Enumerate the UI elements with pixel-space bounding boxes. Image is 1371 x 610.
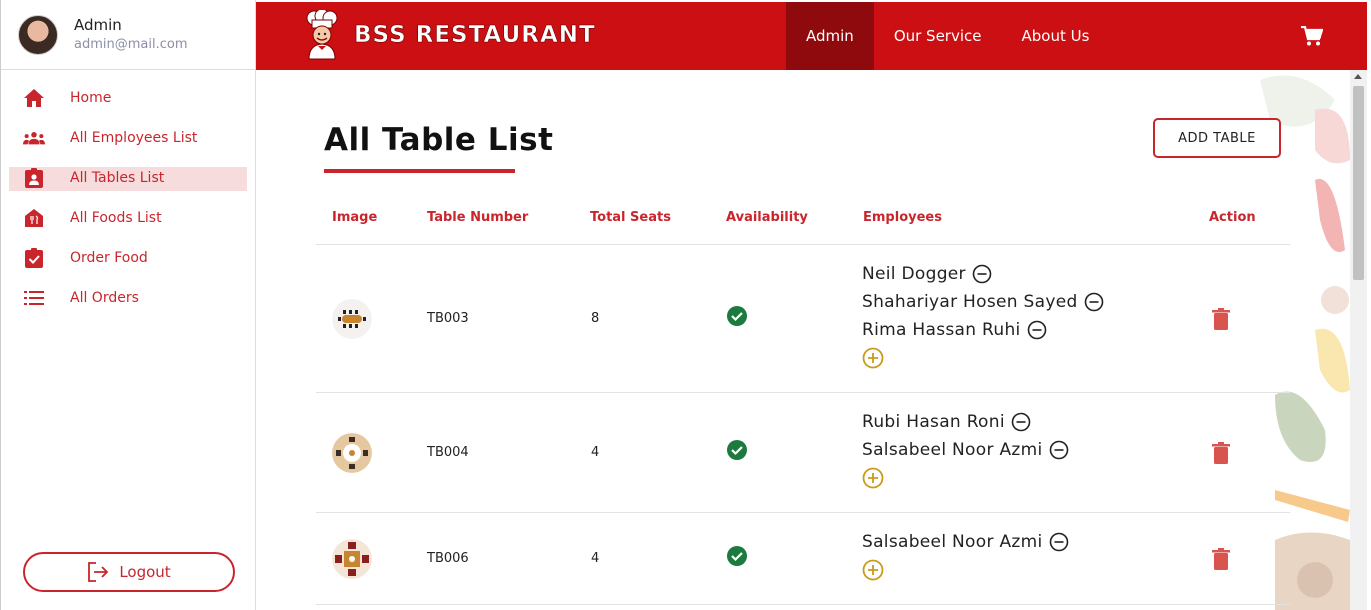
table-number: TB006 [427,551,469,566]
table-row: TB003 8 Neil Dogger Shahariyar Hosen Say… [316,245,1290,393]
user-name: Admin [74,15,122,34]
sidebar-item-tables[interactable]: All Tables List [1,158,255,198]
sidebar-nav: Home All Employees List All Tables List … [1,70,255,318]
sidebar-item-order-food[interactable]: Order Food [1,238,255,278]
delete-icon[interactable] [1212,442,1230,464]
employee-name: Neil Dogger [862,264,966,284]
available-check-icon [727,546,747,566]
employee-list: Salsabeel Noor Azmi [862,528,1069,584]
employee-item: Rubi Hasan Roni [862,408,1069,436]
add-table-button[interactable]: ADD TABLE [1153,118,1281,158]
available-check-icon [727,306,747,326]
total-seats: 8 [591,311,600,326]
table-image [332,433,372,473]
menu-item-about-us[interactable]: About Us [1002,2,1110,70]
remove-employee-icon[interactable] [1049,532,1069,552]
page-scrollbar[interactable] [1350,70,1367,610]
column-header-availability: Availability [726,210,808,225]
clipboard-check-icon [23,247,45,269]
employee-name: Rima Hassan Ruhi [862,320,1021,340]
employee-item: Salsabeel Noor Azmi [862,528,1069,556]
delete-icon[interactable] [1212,548,1230,570]
employee-list: Neil Dogger Shahariyar Hosen Sayed Rima … [862,260,1104,372]
employee-name: Salsabeel Noor Azmi [862,440,1043,460]
menu-item-admin[interactable]: Admin [786,2,874,70]
restaurant-icon [23,207,45,229]
sidebar-item-employees[interactable]: All Employees List [1,118,255,158]
user-email: admin@mail.com [74,36,188,52]
employee-item: Salsabeel Noor Azmi [862,436,1069,464]
table-row: TB004 4 Rubi Hasan Roni Salsabeel Noor A… [316,393,1290,513]
badge-icon [23,167,45,189]
chef-logo-icon [306,10,338,60]
page-title: All Table List [324,122,554,158]
remove-employee-icon[interactable] [1027,320,1047,340]
sidebar-item-home[interactable]: Home [1,78,255,118]
employee-item: Rima Hassan Ruhi [862,316,1104,344]
employee-name: Shahariyar Hosen Sayed [862,292,1078,312]
table-image [332,299,372,339]
scroll-up-arrow-icon[interactable] [1354,74,1362,79]
table-number: TB004 [427,445,469,460]
remove-employee-icon[interactable] [1011,412,1031,432]
add-employee-icon[interactable] [862,464,1069,492]
column-header-employees: Employees [863,210,942,225]
employee-name: Rubi Hasan Roni [862,412,1005,432]
sidebar-item-label: Order Food [70,250,148,266]
column-header-image: Image [332,210,378,225]
add-employee-icon[interactable] [862,344,1104,372]
total-seats: 4 [591,551,600,566]
table-image [332,539,372,579]
employee-list: Rubi Hasan Roni Salsabeel Noor Azmi [862,408,1069,492]
add-employee-icon[interactable] [862,556,1069,584]
title-underline [324,169,515,173]
table-header: Image Table Number Total Seats Availabil… [316,198,1290,245]
home-icon [23,87,45,109]
main-content: All Table List ADD TABLE Image Table Num… [256,70,1350,610]
column-header-total-seats: Total Seats [590,210,671,225]
main-menu: Admin Our Service About Us [786,2,1109,70]
scrollbar-thumb[interactable] [1353,86,1364,280]
brand[interactable]: BSS RESTAURANT [304,10,596,60]
delete-icon[interactable] [1212,308,1230,330]
column-header-table-number: Table Number [427,210,529,225]
sidebar-item-label: All Orders [70,290,139,306]
available-check-icon [727,440,747,460]
employee-name: Salsabeel Noor Azmi [862,532,1043,552]
employee-item: Shahariyar Hosen Sayed [862,288,1104,316]
table-number: TB003 [427,311,469,326]
logout-label: Logout [119,563,171,581]
employee-item: Neil Dogger [862,260,1104,288]
list-icon [23,287,45,309]
sidebar-item-label: All Employees List [70,130,198,146]
top-navbar: BSS RESTAURANT Admin Our Service About U… [256,2,1367,70]
brand-name: BSS RESTAURANT [354,22,596,49]
avatar [18,14,58,55]
sidebar-item-label: All Foods List [70,210,162,226]
remove-employee-icon[interactable] [972,264,992,284]
total-seats: 4 [591,445,600,460]
menu-item-our-service[interactable]: Our Service [874,2,1002,70]
tables-table: Image Table Number Total Seats Availabil… [316,198,1290,605]
logout-icon [88,562,109,582]
logout-button[interactable]: Logout [23,552,235,592]
user-profile: Admin admin@mail.com [1,0,255,70]
sidebar-item-label: Home [70,90,112,106]
remove-employee-icon[interactable] [1084,292,1104,312]
sidebar-item-orders[interactable]: All Orders [1,278,255,318]
table-row: TB006 4 Salsabeel Noor Azmi [316,513,1290,605]
cart-icon[interactable] [1301,25,1324,50]
sidebar-item-foods[interactable]: All Foods List [1,198,255,238]
remove-employee-icon[interactable] [1049,440,1069,460]
people-icon [23,127,45,149]
sidebar: Admin admin@mail.com Home All Employees … [0,0,256,610]
column-header-action: Action [1209,210,1256,225]
sidebar-item-label: All Tables List [70,170,165,186]
